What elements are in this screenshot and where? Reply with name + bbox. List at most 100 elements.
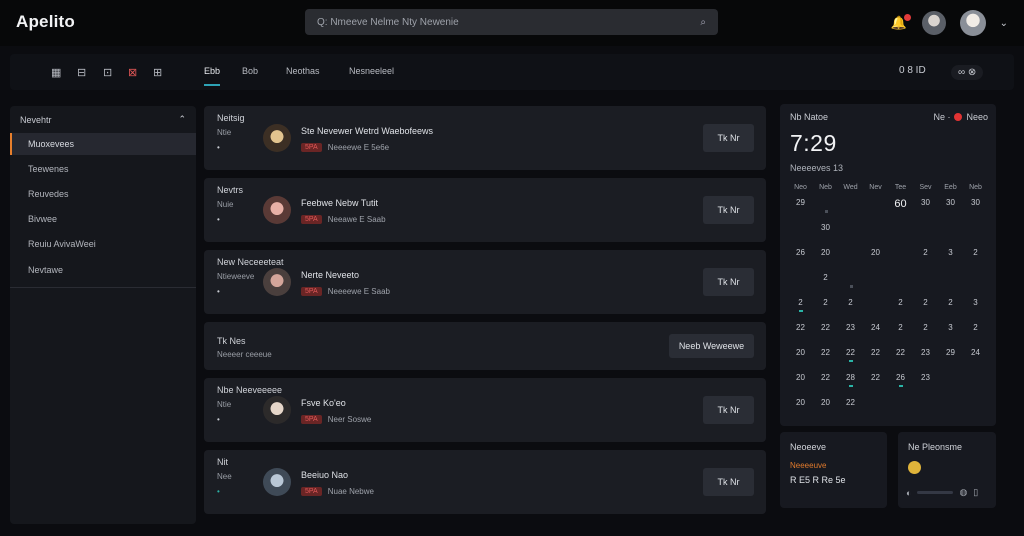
day-cell[interactable]: 2 [913,298,938,323]
view-toggle[interactable]: 0 8 ID [899,65,926,76]
day-cell[interactable]: 20 [788,348,813,373]
day-cell[interactable] [913,273,938,298]
day-cell[interactable] [888,223,913,248]
day-cell[interactable]: 26 [888,373,913,398]
card-action-button[interactable]: Tk Nr [703,468,754,496]
day-cell[interactable]: 20 [788,398,813,423]
card-action-button[interactable]: Tk Nr [703,124,754,152]
day-cell[interactable]: 22 [888,348,913,373]
sidebar-item-1[interactable]: Muoxevees [10,133,196,155]
sidebar-item-3[interactable]: Reuvedes [10,183,196,205]
day-cell[interactable] [863,273,888,298]
card-action-button[interactable]: Tk Nr [703,268,754,296]
day-cell[interactable]: 2 [888,323,913,348]
day-cell[interactable] [788,273,813,298]
day-cell[interactable]: 20 [788,373,813,398]
sidebar-item-2[interactable]: Teewenes [10,158,196,180]
tab-2[interactable]: Bob [242,66,258,76]
day-cell[interactable] [938,373,963,398]
day-cell[interactable]: 23 [838,323,863,348]
day-cell[interactable] [888,273,913,298]
grid-icon[interactable]: ▦ [51,66,61,79]
day-cell[interactable] [888,248,913,273]
day-cell[interactable]: 2 [963,323,988,348]
moon-icon[interactable]: ◐ [906,488,911,498]
filter-pill[interactable]: ∞ ⊗ [951,65,984,80]
day-cell[interactable] [938,223,963,248]
day-cell[interactable]: 22 [813,348,838,373]
settings-icon[interactable]: ⊞ [153,66,162,79]
search-icon[interactable]: ⌕ [700,17,706,28]
day-cell[interactable] [813,198,838,223]
tab-1[interactable]: Ebb [204,66,221,86]
file-icon[interactable]: ▯ [973,487,978,498]
card-wide-button[interactable]: Neeb Weweewe [669,334,754,358]
day-cell[interactable]: 22 [863,348,888,373]
day-cell[interactable] [963,398,988,423]
day-cell[interactable]: 3 [963,298,988,323]
day-cell[interactable] [838,223,863,248]
day-cell[interactable] [938,398,963,423]
day-cell[interactable]: 22 [838,348,863,373]
day-cell[interactable]: 2 [913,248,938,273]
day-cell[interactable]: 20 [813,248,838,273]
day-cell[interactable] [863,398,888,423]
day-cell[interactable]: 23 [913,348,938,373]
day-cell[interactable]: 20 [813,398,838,423]
day-cell[interactable]: 2 [938,298,963,323]
day-cell[interactable]: 22 [863,373,888,398]
day-cell[interactable] [938,273,963,298]
day-cell[interactable]: 28 [838,373,863,398]
calendar-icon[interactable]: ⊡ [103,66,112,79]
day-cell[interactable] [888,398,913,423]
day-cell[interactable]: 2 [913,323,938,348]
day-cell[interactable] [963,373,988,398]
chevron-down-icon[interactable]: ⌄ [1000,18,1008,29]
day-cell[interactable]: 2 [888,298,913,323]
day-cell[interactable]: 2 [813,298,838,323]
user-avatar[interactable] [959,10,986,36]
card-action-button[interactable]: Tk Nr [703,196,754,224]
day-cell[interactable]: 22 [813,323,838,348]
progress-bar[interactable] [917,491,954,494]
day-cell[interactable] [963,223,988,248]
sidebar-item-6[interactable]: Nevtawe [10,259,196,281]
card-action-button[interactable]: Tk Nr [703,396,754,424]
day-cell[interactable]: 30 [963,198,988,223]
day-cell[interactable]: 26 [788,248,813,273]
day-cell[interactable]: 30 [938,198,963,223]
day-cell[interactable]: 22 [813,373,838,398]
alert-icon[interactable]: ⊠ [128,66,137,79]
day-cell[interactable]: 22 [838,398,863,423]
day-cell[interactable] [838,248,863,273]
day-cell[interactable]: 30 [813,223,838,248]
day-cell[interactable] [838,273,863,298]
day-cell[interactable]: 23 [913,373,938,398]
day-cell[interactable]: 29 [788,198,813,223]
speaker-icon[interactable]: ◍ [959,487,967,498]
collapse-icon[interactable]: ⌃ [178,114,186,125]
day-cell[interactable]: 2 [963,248,988,273]
avatar[interactable] [921,11,946,35]
day-cell[interactable] [863,298,888,323]
sidebar-item-5[interactable]: Reuiu AvivaWeei [10,233,196,255]
day-cell[interactable]: 3 [938,323,963,348]
list-icon[interactable]: ⊟ [77,66,86,79]
day-cell[interactable]: 2 [813,273,838,298]
day-cell[interactable] [838,198,863,223]
day-cell[interactable] [863,198,888,223]
day-cell[interactable]: 24 [863,323,888,348]
calendar-right-label[interactable]: Ne · [933,112,950,122]
day-cell[interactable]: 20 [863,248,888,273]
day-cell[interactable]: 30 [913,198,938,223]
day-cell[interactable] [788,223,813,248]
day-cell[interactable] [863,223,888,248]
day-cell[interactable]: 29 [938,348,963,373]
day-cell[interactable] [913,223,938,248]
app-logo[interactable]: Apelito [16,12,75,32]
day-cell[interactable]: 22 [788,323,813,348]
day-cell[interactable]: 3 [938,248,963,273]
day-cell[interactable]: 2 [788,298,813,323]
day-cell[interactable]: 2 [838,298,863,323]
day-cell[interactable] [913,398,938,423]
